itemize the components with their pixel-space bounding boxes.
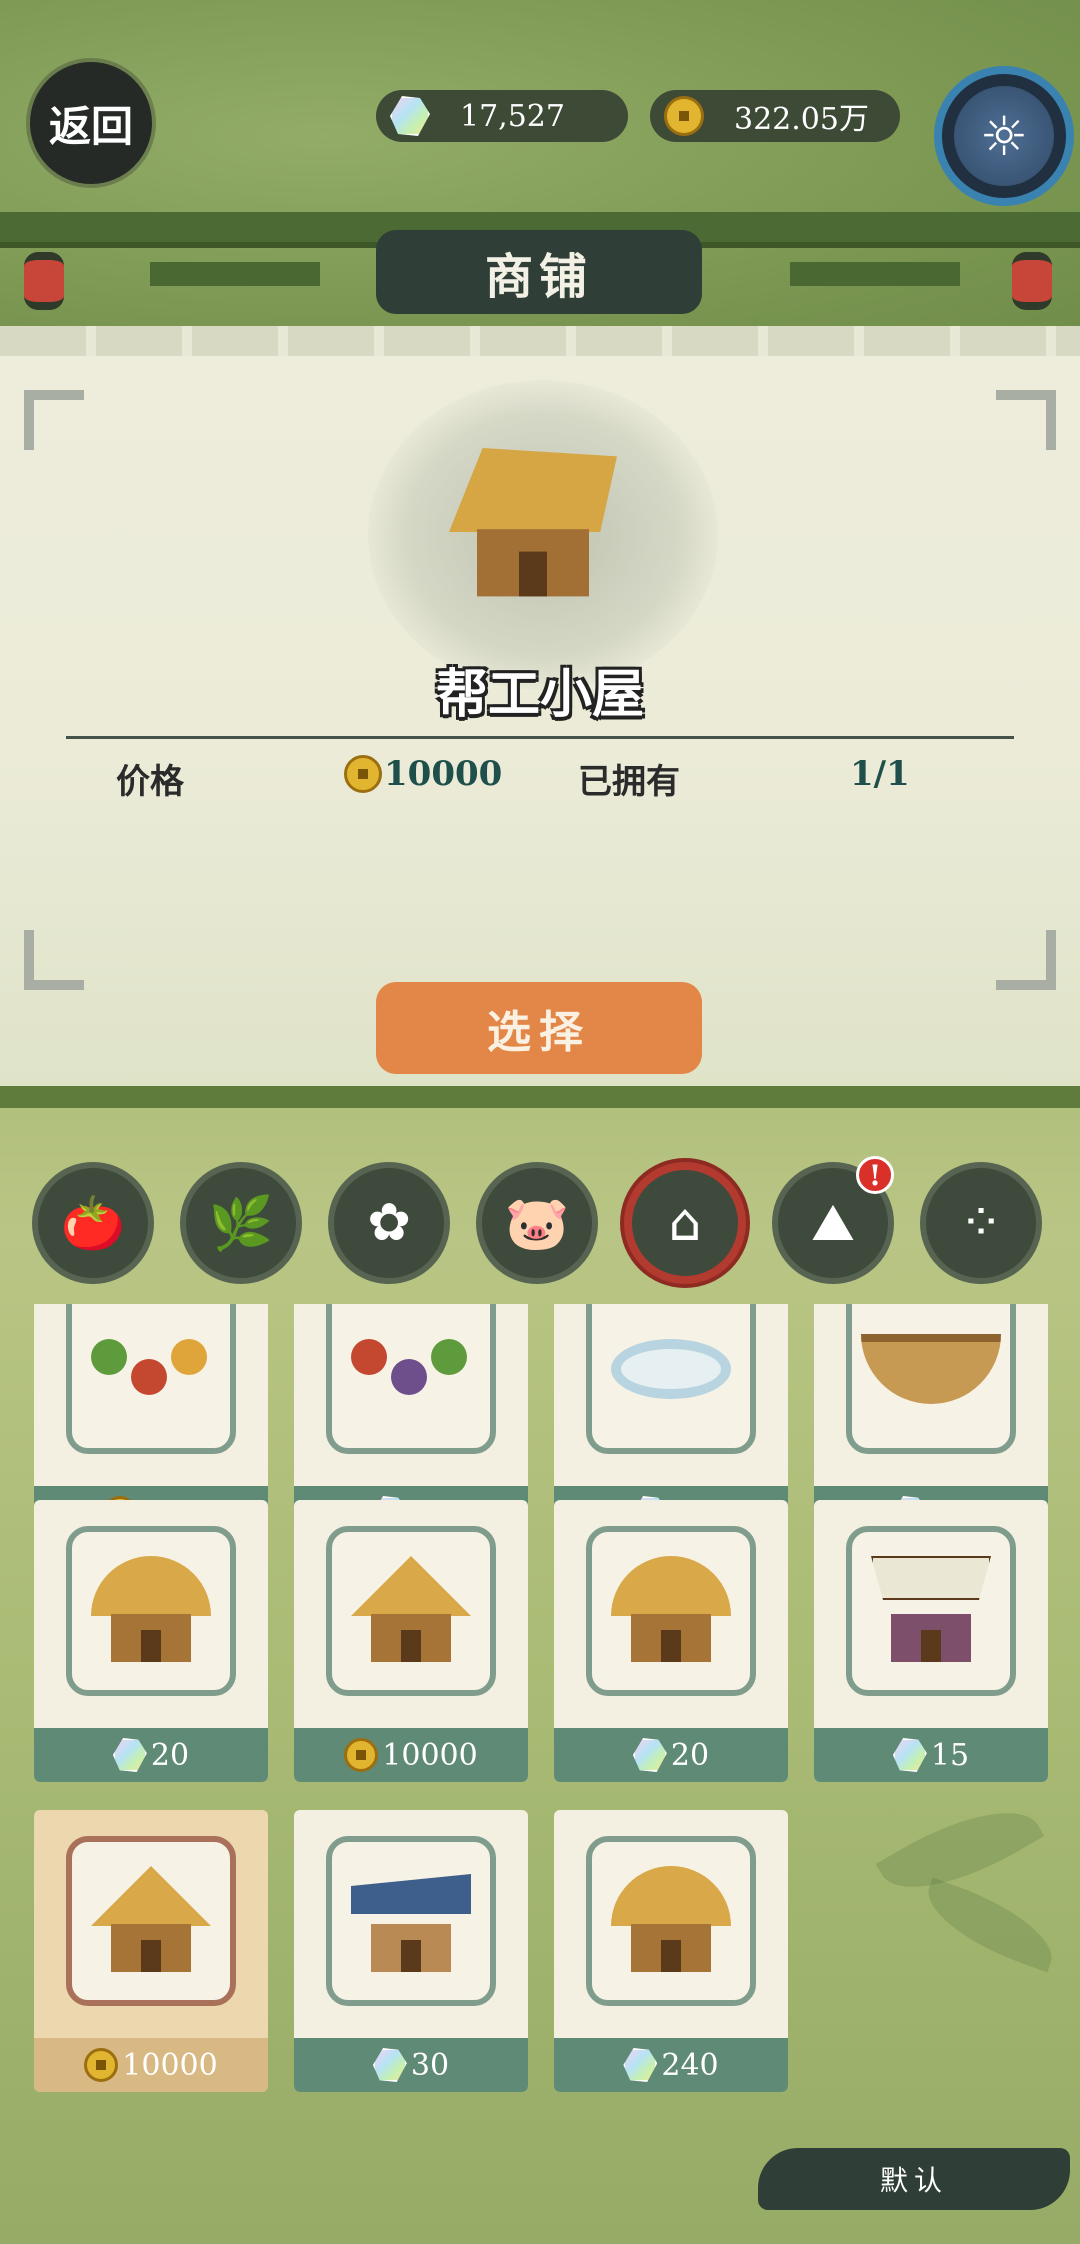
tomato-icon: 🍅 xyxy=(60,1193,126,1254)
building-illustration xyxy=(86,1546,216,1676)
coin-icon xyxy=(84,2048,119,2082)
coin-icon xyxy=(344,755,382,793)
shop-item-card[interactable]: 20 xyxy=(554,1500,788,1782)
gem-balance-value: 17,527 xyxy=(460,98,565,134)
building-illustration xyxy=(866,1546,996,1676)
owned-value: 1/1 xyxy=(850,754,910,794)
item-price: 10000 xyxy=(294,1728,528,1782)
shop-item-card[interactable]: 10000 xyxy=(34,1810,268,2092)
stones-icon: ⁘ xyxy=(959,1193,1003,1253)
item-price: 10000 xyxy=(34,2038,268,2092)
helper-hut-illustration xyxy=(442,434,624,616)
coin-balance: 322.05万 xyxy=(650,90,900,142)
item-thumbnail xyxy=(586,1836,756,2006)
item-thumbnail xyxy=(586,1304,756,1454)
item-thumbnail xyxy=(66,1304,236,1454)
item-thumbnail xyxy=(586,1526,756,1696)
item-price-value: 240 xyxy=(661,2047,719,2083)
item-price-value: 30 xyxy=(410,2047,450,2083)
item-price-value: 20 xyxy=(670,1737,710,1773)
price-value: 10000 xyxy=(384,754,503,794)
item-thumbnail xyxy=(66,1836,236,2006)
gem-icon xyxy=(632,1738,667,1772)
building-preview xyxy=(368,380,718,690)
nest-illustration xyxy=(861,1334,1001,1404)
item-price: 20 xyxy=(34,1728,268,1782)
gem-icon xyxy=(623,2048,658,2082)
category-tab-house[interactable]: ⌂ xyxy=(624,1162,746,1284)
coin-balance-value: 322.05万 xyxy=(734,102,869,137)
building-illustration xyxy=(606,1546,736,1676)
item-price: 30 xyxy=(294,2038,528,2092)
category-tab-flower[interactable]: ✿ xyxy=(328,1162,450,1284)
frame-corner xyxy=(24,390,84,450)
select-button[interactable]: 选择 xyxy=(376,982,702,1074)
mountain-icon: ⛰ xyxy=(811,1192,855,1253)
shop-item-card[interactable]: 20 xyxy=(34,1500,268,1782)
lantern-left xyxy=(24,252,64,310)
gem-icon xyxy=(112,1738,147,1772)
house-icon: ⌂ xyxy=(668,1193,702,1253)
building-illustration xyxy=(86,1856,216,1986)
coin-icon xyxy=(664,96,704,136)
gear-icon: ☼ xyxy=(954,86,1054,186)
item-price-value: 20 xyxy=(150,1737,190,1773)
shop-item-card[interactable]: 10000 xyxy=(294,1500,528,1782)
item-grid: 500104010201000020151000030240 xyxy=(0,1304,1080,2124)
panel-border xyxy=(0,1086,1080,1108)
gem-icon xyxy=(372,2048,407,2082)
gem-icon xyxy=(390,96,430,136)
price-label: 价格 xyxy=(116,762,184,802)
item-thumbnail xyxy=(846,1526,1016,1696)
roof-panel xyxy=(150,262,320,286)
lantern-right xyxy=(1012,252,1052,310)
item-thumbnail xyxy=(326,1836,496,2006)
building-detail-panel: 帮工小屋 价格 10000 已拥有 1/1 选择 xyxy=(0,356,1080,1086)
item-thumbnail xyxy=(326,1526,496,1696)
coin-icon xyxy=(344,1738,379,1772)
item-price: 15 xyxy=(814,1728,1048,1782)
shop-item-card[interactable]: 240 xyxy=(554,1810,788,2092)
produce-stall-illustration xyxy=(91,1329,211,1409)
building-name: 帮工小屋 xyxy=(435,664,644,725)
category-tab-tomato[interactable]: 🍅 xyxy=(32,1162,154,1284)
pond-illustration xyxy=(611,1339,731,1399)
building-illustration xyxy=(346,1856,476,1986)
category-tab-sapling[interactable]: 🌿 xyxy=(180,1162,302,1284)
item-thumbnail xyxy=(846,1304,1016,1454)
price-field: 10000 xyxy=(344,754,502,794)
back-button[interactable]: 返回 xyxy=(30,62,152,184)
item-thumbnail xyxy=(66,1526,236,1696)
sort-button[interactable]: 默认 xyxy=(758,2148,1070,2210)
item-price-value: 10000 xyxy=(382,1737,478,1773)
item-price-value: 15 xyxy=(930,1737,970,1773)
flower-icon: ✿ xyxy=(367,1193,411,1253)
item-price: 240 xyxy=(554,2038,788,2092)
category-tab-stones[interactable]: ⁘ xyxy=(920,1162,1042,1284)
category-tab-mountain[interactable]: ⛰! xyxy=(772,1156,894,1284)
settings-button[interactable]: ☼ xyxy=(934,66,1074,206)
frame-corner xyxy=(996,390,1056,450)
roof-panel xyxy=(790,262,960,286)
page-title: 商铺 xyxy=(376,230,702,314)
sapling-icon: 🌿 xyxy=(208,1193,274,1254)
produce-stall-illustration xyxy=(351,1329,471,1409)
item-price-value: 10000 xyxy=(122,2047,218,2083)
gem-icon xyxy=(892,1738,927,1772)
item-thumbnail xyxy=(326,1304,496,1454)
frame-corner xyxy=(24,930,84,990)
item-price: 20 xyxy=(554,1728,788,1782)
category-tab-pig[interactable]: 🐷 xyxy=(476,1162,598,1284)
building-illustration xyxy=(606,1856,736,1986)
notification-badge: ! xyxy=(856,1156,894,1194)
owned-label: 已拥有 xyxy=(578,762,680,802)
frame-corner xyxy=(996,930,1056,990)
divider xyxy=(66,736,1014,739)
shop-item-card[interactable]: 15 xyxy=(814,1500,1048,1782)
pig-icon: 🐷 xyxy=(504,1193,570,1254)
gem-balance: 17,527 xyxy=(376,90,628,142)
tile-strip xyxy=(0,326,1080,356)
building-illustration xyxy=(346,1546,476,1676)
shop-item-card[interactable]: 30 xyxy=(294,1810,528,2092)
